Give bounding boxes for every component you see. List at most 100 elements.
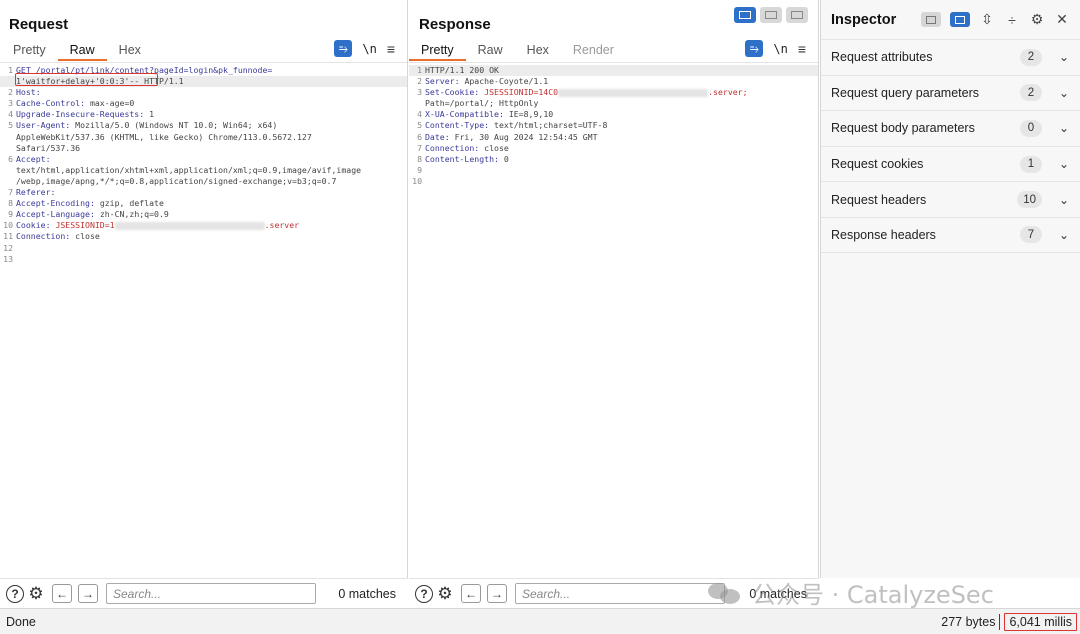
editor-line: 4 X-UA-Compatible: IE=8,9,10 bbox=[409, 109, 818, 120]
code-token: X-UA-Compatible: bbox=[425, 109, 509, 120]
editor-line: 5 Content-Type: text/html;charset=UTF-8 bbox=[409, 120, 818, 131]
request-search-input[interactable] bbox=[106, 583, 316, 604]
code-token: Content-Length: bbox=[425, 153, 504, 164]
line-number bbox=[0, 165, 16, 176]
inspector-section-row[interactable]: Request headers 10 ⌄ bbox=[821, 181, 1080, 217]
response-tab-pretty[interactable]: Pretty bbox=[409, 41, 466, 61]
chevron-down-icon[interactable]: ⌄ bbox=[1058, 228, 1070, 242]
line-number: 5 bbox=[8, 120, 13, 131]
code-token: HTTP/1.1 200 OK bbox=[425, 65, 499, 75]
request-pane: Request Pretty Raw Hex ⥱ \n ≡ 1 GET /port… bbox=[0, 0, 408, 578]
code-token: Host: bbox=[16, 87, 46, 98]
line-number: 9 bbox=[417, 164, 422, 175]
previous-match-arrow-icon[interactable]: ← bbox=[52, 584, 72, 603]
line-code: User-Agent: Mozilla/5.0 (Windows NT 10.0… bbox=[16, 120, 277, 131]
editor-line: 1 HTTP/1.1 200 OK bbox=[409, 65, 818, 77]
previous-match-arrow-icon[interactable]: ← bbox=[461, 584, 481, 603]
response-size: 277 bytes bbox=[941, 614, 996, 629]
inspector-section-label: Request attributes bbox=[831, 50, 933, 65]
editor-line: 12 bbox=[0, 243, 407, 254]
chevron-down-icon[interactable]: ⌄ bbox=[1058, 157, 1070, 171]
editor-line: 3 Set-Cookie: JSESSIONID=14C0 .server; bbox=[409, 87, 818, 98]
close-icon[interactable]: ✕ bbox=[1054, 11, 1070, 28]
line-number bbox=[0, 132, 16, 143]
status-bar: Done 277 bytes 6,041 millis bbox=[0, 608, 1080, 634]
line-code: Accept: bbox=[16, 154, 51, 165]
inspector-section-row[interactable]: Request query parameters 2 ⌄ bbox=[821, 74, 1080, 111]
tabbed-view-icon[interactable] bbox=[786, 7, 808, 23]
inspector-section-label: Request headers bbox=[831, 192, 927, 207]
help-icon[interactable]: ? bbox=[6, 584, 24, 603]
line-code: Date: Fri, 30 Aug 2024 12:54:45 GMT bbox=[425, 132, 598, 143]
search-settings-gear-icon[interactable]: ⚙ bbox=[435, 584, 455, 604]
chevron-down-icon[interactable]: ⌄ bbox=[1058, 86, 1070, 100]
line-code: Host: bbox=[16, 87, 46, 98]
layout-toggle bbox=[734, 7, 808, 23]
response-search-input[interactable] bbox=[515, 583, 725, 604]
hamburger-menu-icon[interactable]: ≡ bbox=[387, 41, 395, 57]
expand-all-icon[interactable]: ⇳ bbox=[979, 11, 995, 28]
line-number: 2 bbox=[417, 76, 422, 87]
editor-line: 8 Content-Length: 0 bbox=[409, 154, 818, 165]
code-token: Referer: bbox=[16, 187, 61, 198]
editor-line: Safari/537.36 bbox=[0, 143, 407, 154]
request-match-count: 0 matches bbox=[338, 586, 396, 601]
inspector-layout-left-icon[interactable] bbox=[921, 12, 941, 27]
line-number: 6 bbox=[417, 131, 422, 142]
split-horizontal-view-icon[interactable] bbox=[734, 7, 756, 23]
code-token: max-age=0 bbox=[89, 98, 135, 109]
collapse-all-icon[interactable]: ÷ bbox=[1004, 12, 1020, 28]
next-match-arrow-icon[interactable]: → bbox=[78, 584, 98, 603]
request-editor[interactable]: 1 GET /portal/pt/link/content?pageId=logi… bbox=[0, 62, 407, 578]
code-token: Content-Type: bbox=[425, 120, 495, 131]
help-icon[interactable]: ? bbox=[415, 584, 433, 603]
request-tabs: Pretty Raw Hex bbox=[1, 41, 153, 61]
line-code: Path=/portal/; HttpOnly bbox=[425, 98, 538, 109]
inspector-section-label: Response headers bbox=[831, 227, 936, 242]
line-code: Content-Length: 0 bbox=[425, 154, 509, 165]
chevron-down-icon[interactable]: ⌄ bbox=[1058, 193, 1070, 207]
editor-line: 6 Date: Fri, 30 Aug 2024 12:54:45 GMT bbox=[409, 132, 818, 143]
show-newlines-icon[interactable]: \n bbox=[773, 42, 787, 56]
line-number: 4 bbox=[417, 109, 422, 120]
split-vertical-view-icon[interactable] bbox=[760, 7, 782, 23]
inspector-section-row[interactable]: Request cookies 1 ⌄ bbox=[821, 145, 1080, 182]
hamburger-menu-icon[interactable]: ≡ bbox=[798, 41, 806, 57]
request-tab-pretty[interactable]: Pretty bbox=[1, 41, 58, 61]
show-newlines-icon[interactable]: \n bbox=[362, 42, 376, 56]
editor-line: 7 Connection: close bbox=[409, 143, 818, 154]
chevron-down-icon[interactable]: ⌄ bbox=[1058, 121, 1070, 135]
request-tab-raw[interactable]: Raw bbox=[57, 41, 107, 61]
search-settings-gear-icon[interactable]: ⚙ bbox=[26, 584, 46, 604]
inspector-layout-right-icon[interactable] bbox=[950, 12, 970, 27]
response-tabs: Pretty Raw Hex Render bbox=[409, 41, 626, 61]
next-match-arrow-icon[interactable]: → bbox=[487, 584, 507, 603]
inspector-section-row[interactable]: Response headers 7 ⌄ bbox=[821, 216, 1080, 253]
line-code: Cache-Control: max-age=0 bbox=[16, 98, 134, 109]
code-token: close bbox=[75, 231, 100, 242]
editor-line: Path=/portal/; HttpOnly bbox=[409, 98, 818, 109]
inspector-count-badge: 2 bbox=[1020, 84, 1042, 102]
response-tab-raw[interactable]: Raw bbox=[466, 41, 515, 61]
request-tab-hex[interactable]: Hex bbox=[107, 41, 153, 61]
inspector-section-row[interactable]: Request attributes 2 ⌄ bbox=[821, 39, 1080, 75]
settings-gear-icon[interactable]: ⚙ bbox=[1029, 11, 1045, 28]
code-token: JSESSIONID=1 bbox=[55, 220, 115, 231]
inspector-count-badge: 1 bbox=[1020, 155, 1042, 173]
line-code: HTTP/1.1 200 OK bbox=[425, 65, 499, 76]
wrap-lines-icon[interactable]: ⥱ bbox=[334, 40, 353, 57]
line-number bbox=[409, 98, 425, 109]
editor-line: AppleWebKit/537.36 (KHTML, like Gecko) C… bbox=[0, 132, 407, 143]
chevron-down-icon[interactable]: ⌄ bbox=[1058, 50, 1070, 64]
response-tab-hex[interactable]: Hex bbox=[515, 41, 561, 61]
code-token: User-Agent: bbox=[16, 120, 76, 131]
editor-line: 6 Accept: bbox=[0, 154, 407, 165]
wrap-lines-icon[interactable]: ⥱ bbox=[745, 40, 764, 57]
editor-line: 3 Cache-Control: max-age=0 bbox=[0, 98, 407, 109]
line-code: Accept-Encoding: gzip, deflate bbox=[16, 198, 164, 209]
request-search-bar: ? ⚙ ← → 0 matches bbox=[0, 578, 408, 608]
response-tab-render[interactable]: Render bbox=[561, 41, 626, 61]
code-token: Apache-Coyote/1.1 bbox=[464, 76, 549, 87]
response-editor[interactable]: 1 HTTP/1.1 200 OK 2 Server: Apache-Coyote/1… bbox=[409, 62, 818, 578]
inspector-section-row[interactable]: Request body parameters 0 ⌄ bbox=[821, 110, 1080, 146]
